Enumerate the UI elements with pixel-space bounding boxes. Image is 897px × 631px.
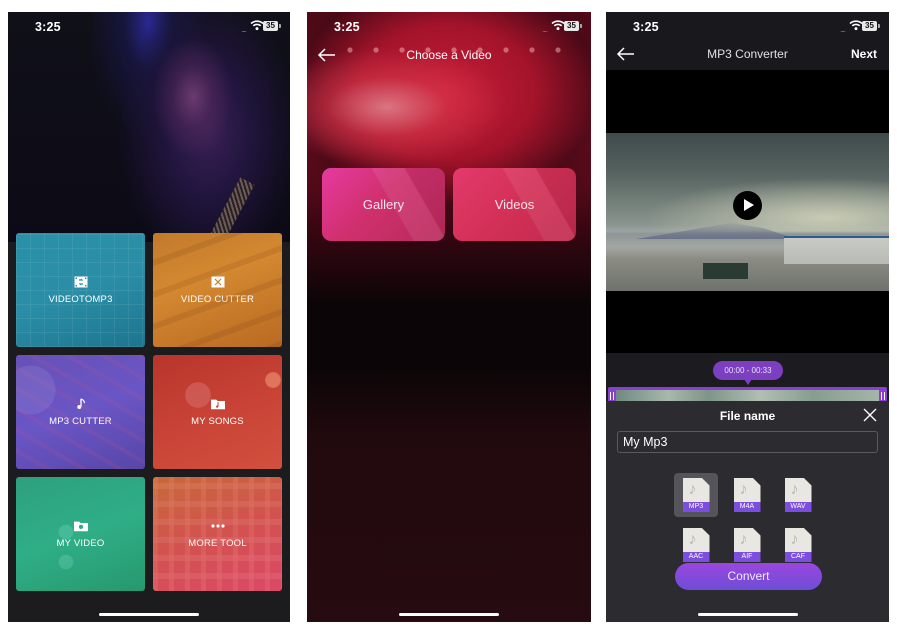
audio-file-icon: ♪ M4A	[733, 478, 761, 512]
mp3-converter-screen: 3:25 .... 35 MP3 Converter Next 00:00 - …	[606, 12, 889, 622]
tile-mp3-cutter[interactable]: MP3 CUTTER	[16, 355, 145, 469]
home-indicator[interactable]	[697, 613, 798, 616]
battery-icon: 35	[263, 21, 281, 31]
play-icon[interactable]	[733, 191, 762, 220]
home-indicator[interactable]	[399, 613, 499, 616]
audio-file-icon: ♪ MP3	[682, 478, 710, 512]
format-option-aac[interactable]: ♪ AAC	[674, 523, 718, 567]
status-bar: 3:25 .... 35	[8, 12, 290, 42]
gallery-label: Gallery	[362, 197, 405, 212]
trim-handle-right[interactable]	[881, 392, 885, 400]
hero-image-guitarist	[8, 12, 290, 247]
status-time: 3:25	[334, 20, 360, 34]
video-player[interactable]	[606, 70, 889, 353]
format-option-mp3[interactable]: ♪ MP3	[674, 473, 718, 517]
audio-file-icon: ♪ AAC	[682, 528, 710, 562]
convert-button[interactable]: Convert	[675, 563, 822, 590]
nav-bar: Choose a Video	[307, 44, 591, 68]
signal-icon: ....	[241, 25, 247, 34]
sheet-title: File name	[719, 409, 776, 423]
concert-background	[307, 12, 591, 622]
audio-file-icon: ♪ AIF	[733, 528, 761, 562]
audio-file-icon: ♪ CAF	[784, 528, 812, 562]
wifi-icon	[849, 20, 863, 31]
format-option-aif[interactable]: ♪ AIF	[725, 523, 769, 567]
signal-icon: ....	[542, 25, 548, 34]
next-button[interactable]: Next	[851, 47, 877, 61]
page-title: MP3 Converter	[707, 47, 788, 61]
wifi-icon	[551, 20, 565, 31]
wifi-icon	[250, 20, 264, 31]
nav-bar: MP3 Converter Next	[606, 43, 889, 67]
choose-video-screen: 3:25 .... 35 Choose a Video Gallery Vide…	[307, 12, 591, 622]
format-option-caf[interactable]: ♪ CAF	[776, 523, 820, 567]
tile-videotomp3[interactable]: VIDEOTOMP3	[16, 233, 145, 347]
status-time: 3:25	[35, 20, 61, 34]
status-bar: 3:25 .... 35	[606, 12, 889, 42]
format-option-m4a[interactable]: ♪ M4A	[725, 473, 769, 517]
time-range-badge: 00:00 - 00:33	[713, 361, 783, 385]
file-name-input[interactable]	[617, 431, 878, 453]
battery-icon: 35	[564, 21, 582, 31]
tile-my-video[interactable]: MY VIDEO	[16, 477, 145, 591]
status-time: 3:25	[633, 20, 659, 34]
videos-label: Videos	[494, 197, 535, 212]
trim-handle-left[interactable]	[610, 392, 614, 400]
close-icon[interactable]	[863, 408, 877, 422]
tile-my-songs[interactable]: MY SONGS	[153, 355, 282, 469]
battery-icon: 35	[862, 21, 880, 31]
format-option-wav[interactable]: ♪ WAV	[776, 473, 820, 517]
videos-button[interactable]: Videos	[453, 168, 576, 241]
file-name-sheet: File name ♪MP3 ♪M4A ♪WAV ♪AAC ♪AIF ♪CAF …	[606, 401, 889, 622]
timeline: 00:00 - 00:33	[606, 353, 889, 403]
gallery-button[interactable]: Gallery	[322, 168, 445, 241]
signal-icon: ....	[840, 25, 846, 34]
home-screen: 3:25 .... 35 VIDEOTOMP3 VIDEO CUTTER MP3…	[8, 12, 290, 622]
home-indicator[interactable]	[99, 613, 199, 616]
audio-file-icon: ♪ WAV	[784, 478, 812, 512]
status-bar: 3:25 .... 35	[307, 12, 591, 42]
tile-video-cutter[interactable]: VIDEO CUTTER	[153, 233, 282, 347]
tile-more-tool[interactable]: MORE TOOL	[153, 477, 282, 591]
page-title: Choose a Video	[406, 48, 492, 62]
